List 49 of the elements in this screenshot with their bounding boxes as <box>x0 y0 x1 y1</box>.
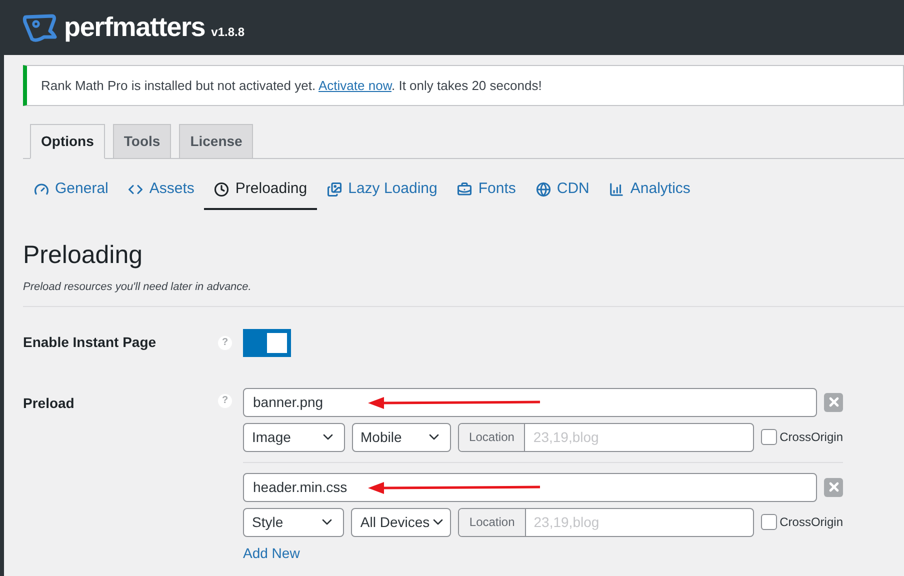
images-icon <box>327 182 342 197</box>
globe-icon <box>536 182 551 197</box>
crossorigin-label: CrossOrigin <box>780 429 843 446</box>
device-select[interactable]: Mobile <box>352 422 452 452</box>
version-label: v1.8.8 <box>211 24 245 40</box>
location-field[interactable]: Location 23,19,blog <box>458 422 754 452</box>
tab[interactable]: Tools <box>112 124 172 159</box>
chart-icon <box>609 182 624 197</box>
location-placeholder: 23,19,blog <box>532 428 600 447</box>
type-select[interactable]: Style <box>243 508 344 536</box>
url-field[interactable]: header.min.css <box>243 472 818 502</box>
section-tab[interactable]: Assets <box>118 171 204 210</box>
brand-name: perfmatters <box>64 11 206 44</box>
section-tab[interactable]: CDN <box>526 171 600 210</box>
section-tab[interactable]: General <box>24 171 118 210</box>
field-label: Preload <box>23 394 76 412</box>
location-label: Location <box>459 424 526 450</box>
remove-button[interactable] <box>824 478 843 496</box>
type-select[interactable]: Image <box>243 422 345 452</box>
location-placeholder: 23,19,blog <box>532 512 600 532</box>
clock-icon <box>214 182 230 197</box>
field-value: header.min.css <box>253 478 348 496</box>
crossorigin-checkbox[interactable] <box>760 429 777 445</box>
toggle-switch[interactable] <box>243 328 291 356</box>
section-title: Preloading <box>23 243 144 268</box>
close-icon <box>826 480 841 494</box>
url-field[interactable]: banner.png <box>243 388 818 416</box>
crossorigin-checkbox[interactable] <box>760 514 777 530</box>
activate-link[interactable]: Activate now <box>318 78 392 93</box>
section-tab[interactable]: Lazy Loading <box>317 171 448 210</box>
section-description: Preload resources you'll need later in advance. <box>23 279 904 306</box>
tab[interactable]: License <box>179 124 254 159</box>
gauge-icon <box>34 182 49 197</box>
close-icon <box>826 395 841 409</box>
notice-text: Rank Math Pro is installed but not activated yet. Activate now. It only takes 20 seconds! <box>41 76 542 95</box>
location-field[interactable]: Location 23,19,blog <box>458 508 754 536</box>
crossorigin-label: CrossOrigin <box>780 514 843 531</box>
field-value: banner.png <box>253 392 324 412</box>
field-label: Enable Instant Page <box>23 333 158 352</box>
section-tab[interactable]: Fonts <box>447 171 526 210</box>
code-icon <box>128 182 144 197</box>
remove-button[interactable] <box>824 392 843 412</box>
device-select[interactable]: All Devices <box>351 508 452 536</box>
location-label: Location <box>459 508 526 536</box>
tab[interactable]: Options <box>30 124 105 159</box>
section-tab[interactable]: Analytics <box>599 171 700 210</box>
section-tab[interactable]: Preloading <box>204 171 318 210</box>
logo-icon <box>22 12 58 42</box>
add-new-link[interactable]: Add New <box>243 542 300 564</box>
